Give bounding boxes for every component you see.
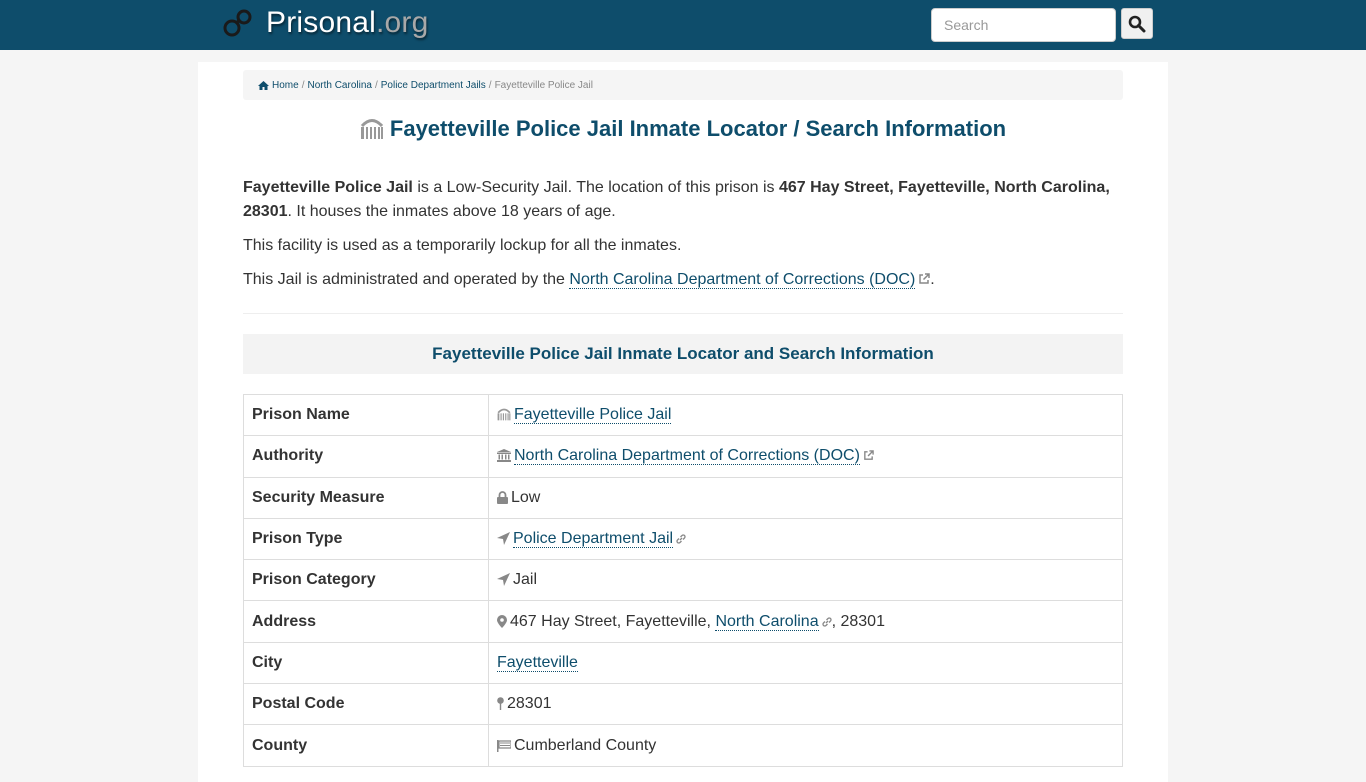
page-title: Fayetteville Police Jail Inmate Locator … xyxy=(243,116,1123,142)
divider xyxy=(243,313,1123,314)
prison-building-icon xyxy=(360,119,384,139)
facility-name: Fayetteville Police Jail xyxy=(243,179,413,196)
intro-text-segment: This Jail is administrated and operated … xyxy=(243,271,570,288)
security-level: Low xyxy=(511,488,541,506)
state-link[interactable]: North Carolina xyxy=(715,612,819,631)
intro-text-segment: is a Low-Security Jail. The location of … xyxy=(412,179,779,196)
row-value: Cumberland County xyxy=(488,724,1123,767)
link-icon xyxy=(676,534,686,544)
intro-text: Fayetteville Police Jail is a Low-Securi… xyxy=(243,176,1123,302)
map-marker-icon xyxy=(497,614,507,628)
table-row: City Fayetteville xyxy=(243,641,1123,685)
table-row: Postal Code 28301 xyxy=(243,683,1123,726)
city-link[interactable]: Fayetteville xyxy=(497,653,578,672)
table-row: Address 467 Hay Street, Fayetteville, No… xyxy=(243,600,1123,643)
intro-text-segment: . It houses the inmates above 18 years o… xyxy=(287,203,616,220)
row-value: Fayetteville Police Jail xyxy=(488,393,1123,437)
table-row: Prison Type Police Department Jail xyxy=(243,517,1123,561)
table-row: Prison Category Jail xyxy=(243,559,1123,602)
brand-logo-link[interactable]: Prisonal.org xyxy=(222,6,428,40)
row-label: Authority xyxy=(243,435,489,478)
search-input[interactable] xyxy=(931,8,1116,42)
details-table: Prison Name Fayetteville Police Jail Aut… xyxy=(243,393,1123,767)
row-label: County xyxy=(243,724,489,767)
brand-text: Prisonal.org xyxy=(266,6,429,39)
prison-name-link[interactable]: Fayetteville Police Jail xyxy=(514,406,672,425)
search-icon xyxy=(1128,15,1146,32)
institution-icon xyxy=(497,449,511,463)
row-label: City xyxy=(243,641,489,685)
home-icon xyxy=(258,80,269,90)
breadcrumb-north-carolina[interactable]: North Carolina xyxy=(307,80,371,91)
row-value: 467 Hay Street, Fayetteville, North Caro… xyxy=(488,600,1123,643)
main-container: Home / North Carolina / Police Departmen… xyxy=(198,62,1168,782)
table-row: Authority North Carolina Department of C… xyxy=(243,435,1123,478)
row-label: Prison Category xyxy=(243,559,489,602)
row-label: Security Measure xyxy=(243,476,489,519)
section-heading: Fayetteville Police Jail Inmate Locator … xyxy=(243,334,1123,374)
row-label: Prison Name xyxy=(243,393,489,437)
prison-building-icon xyxy=(497,408,511,421)
intro-paragraph-1: Fayetteville Police Jail is a Low-Securi… xyxy=(243,176,1123,224)
address-postal: , 28301 xyxy=(831,612,885,630)
county-name: Cumberland County xyxy=(514,736,657,754)
prison-category: Jail xyxy=(513,571,538,589)
page-title-text: Fayetteville Police Jail Inmate Locator … xyxy=(389,116,1007,141)
row-value: Jail xyxy=(488,559,1123,602)
intro-paragraph-3: This Jail is administrated and operated … xyxy=(243,268,1123,292)
row-value: North Carolina Department of Corrections… xyxy=(488,435,1123,478)
intro-paragraph-2: This facility is used as a temporarily l… xyxy=(243,237,682,254)
breadcrumb: Home / North Carolina / Police Departmen… xyxy=(243,70,1123,100)
postal-code: 28301 xyxy=(507,695,552,713)
row-value: 28301 xyxy=(488,683,1123,726)
address-text: 467 Hay Street, Fayetteville, xyxy=(510,612,716,630)
table-row: Security Measure Low xyxy=(243,476,1123,519)
breadcrumb-police-department-jails[interactable]: Police Department Jails xyxy=(381,80,486,91)
row-label: Postal Code xyxy=(243,683,489,726)
prison-type-link[interactable]: Police Department Jail xyxy=(513,530,674,549)
row-value: Police Department Jail xyxy=(488,517,1123,561)
breadcrumb-separator: / xyxy=(374,79,378,91)
top-navbar: Prisonal.org xyxy=(0,0,1366,50)
location-arrow-icon xyxy=(497,532,510,546)
table-row: County Cumberland County xyxy=(243,724,1123,767)
map-pin-icon xyxy=(497,697,504,711)
authority-link[interactable]: North Carolina Department of Corrections… xyxy=(569,271,916,289)
row-value: Fayetteville xyxy=(488,641,1123,685)
lock-icon xyxy=(497,490,508,504)
handcuffs-icon xyxy=(223,9,252,37)
authority-link[interactable]: North Carolina Department of Corrections… xyxy=(514,447,860,466)
external-link-icon xyxy=(919,273,931,284)
intro-text-segment: . xyxy=(930,271,935,288)
flag-icon xyxy=(497,739,511,752)
breadcrumb-separator: / xyxy=(488,79,492,91)
breadcrumb-current: Fayetteville Police Jail xyxy=(494,79,593,91)
row-label: Prison Type xyxy=(243,517,489,561)
row-value: Low xyxy=(488,476,1123,519)
table-row: Prison Name Fayetteville Police Jail xyxy=(243,393,1123,437)
breadcrumb-home[interactable]: Home xyxy=(272,80,299,91)
external-link-icon xyxy=(864,450,874,461)
location-arrow-icon xyxy=(497,573,510,587)
row-label: Address xyxy=(243,600,489,643)
breadcrumb-separator: / xyxy=(301,79,305,91)
link-icon xyxy=(821,617,832,627)
search-button[interactable] xyxy=(1121,8,1153,39)
